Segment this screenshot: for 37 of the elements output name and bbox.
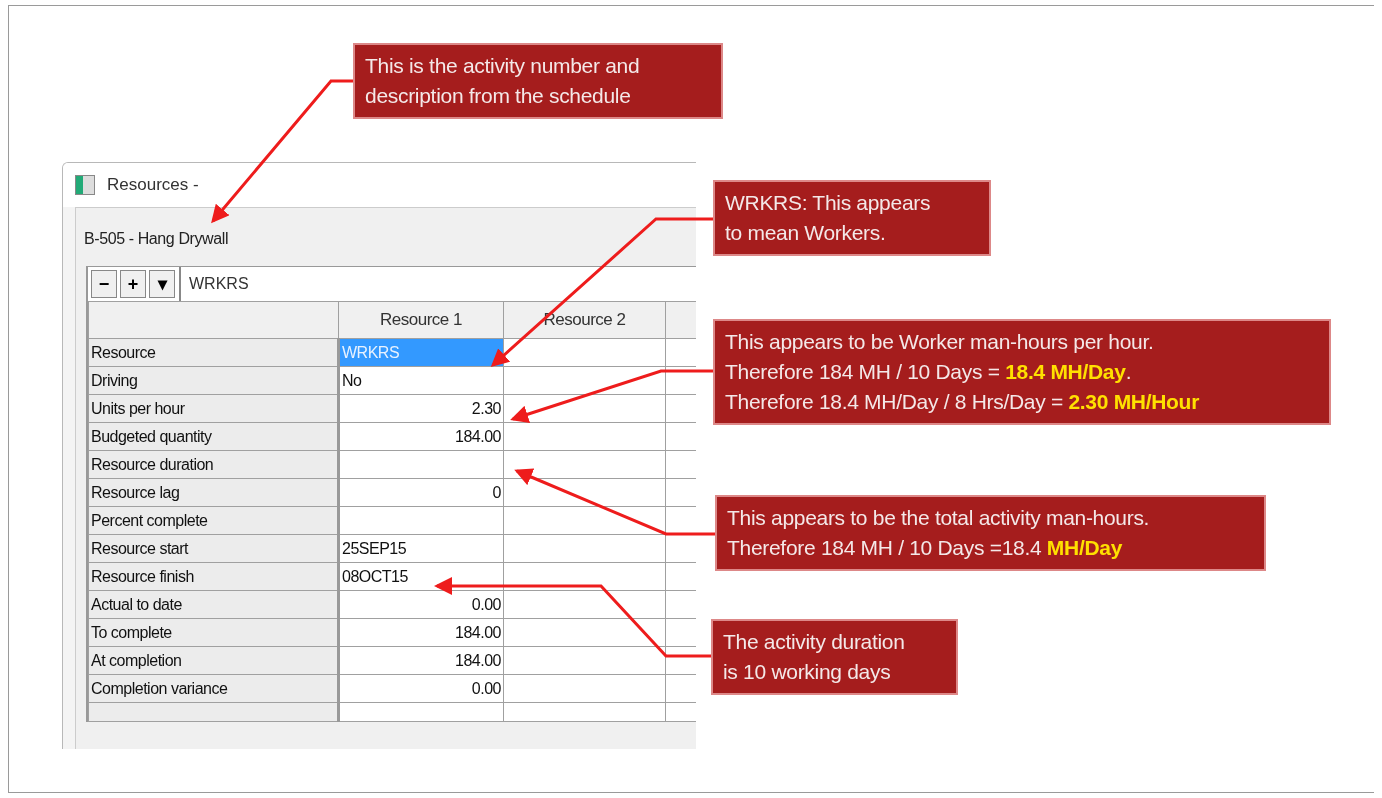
table-cell[interactable]: 184.00 <box>338 618 504 647</box>
table-cell[interactable]: 184.00 <box>338 646 504 675</box>
table-cell[interactable]: 0.00 <box>338 674 504 703</box>
table-cell[interactable]: 0.00 <box>338 590 504 619</box>
row-label: Units per hour <box>88 394 339 423</box>
activity-label: B-505 - Hang Drywall <box>84 230 230 248</box>
row-label: Resource duration <box>88 450 339 479</box>
table-cell[interactable]: 25SEP15 <box>338 534 504 563</box>
dropdown-button[interactable]: ▾ <box>149 270 175 298</box>
table-cell[interactable] <box>338 450 504 479</box>
window-title: Resources - <box>107 175 199 195</box>
table-cell[interactable]: 2.30 <box>338 394 504 423</box>
column-header[interactable]: Resource 2 <box>503 301 666 339</box>
annotation-callout: WRKRS: This appears to mean Workers. <box>713 180 991 256</box>
annotation-callout: This appears to be Worker man-hours per hour. Therefore 184 MH / 10 Days = 18.4 MH/Day. Therefore 18.4 MH/Day / 8 Hrs/Day = 2.30 MH/Hour <box>713 319 1331 425</box>
window-icon <box>75 175 95 195</box>
plus-button[interactable]: + <box>120 270 146 298</box>
row-label: Resource finish <box>88 562 339 591</box>
row-label: Resource <box>88 338 339 367</box>
minus-button[interactable]: − <box>91 270 117 298</box>
annotation-callout: This is the activity number and description from the schedule <box>353 43 723 119</box>
row-label: Percent complete <box>88 506 339 535</box>
table-cell[interactable] <box>338 506 504 535</box>
row-label: Actual to date <box>88 590 339 619</box>
row-label: Completion variance <box>88 674 339 703</box>
table-cell[interactable]: No <box>338 366 504 395</box>
table-cell[interactable]: 184.00 <box>338 422 504 451</box>
row-label: At completion <box>88 646 339 675</box>
column-header[interactable]: Resource 1 <box>338 301 504 339</box>
row-label: To complete <box>88 618 339 647</box>
row-label: Budgeted quantity <box>88 422 339 451</box>
row-label: Resource lag <box>88 478 339 507</box>
row-label: Driving <box>88 366 339 395</box>
annotation-callout: This appears to be the total activity man-hours. Therefore 184 MH / 10 Days =18.4 MH/Day <box>715 495 1266 571</box>
table-cell[interactable]: 0 <box>338 478 504 507</box>
row-label: Resource start <box>88 534 339 563</box>
annotation-callout: The activity duration is 10 working days <box>711 619 958 695</box>
